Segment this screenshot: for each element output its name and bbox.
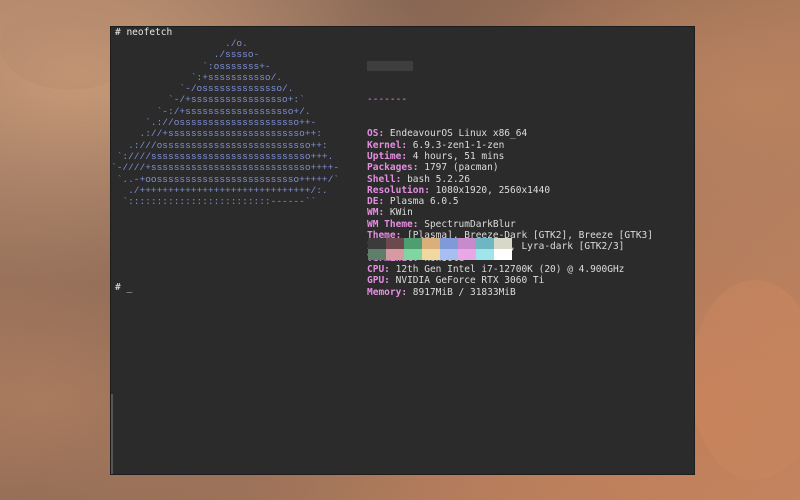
info-value: EndeavourOS Linux x86_64	[389, 128, 528, 140]
info-value: 6.9.3-zen1-1-zen	[412, 139, 505, 151]
info-value: Plasma 6.0.5	[389, 196, 459, 208]
info-row: GPU: NVIDIA GeForce RTX 3060 Ti	[367, 275, 545, 287]
color-palette	[368, 238, 512, 260]
color-swatch	[458, 249, 476, 260]
info-key: Packages	[367, 162, 413, 174]
info-key: Kernel	[367, 139, 402, 151]
info-key: CPU	[367, 263, 385, 275]
color-swatch	[404, 249, 422, 260]
color-swatch	[368, 238, 386, 249]
color-swatch	[476, 238, 494, 249]
info-key: Resolution	[367, 184, 425, 196]
info-row: Uptime: 4 hours, 51 mins	[367, 150, 505, 162]
color-swatch	[404, 238, 422, 249]
info-value: KWin	[389, 207, 413, 219]
info-row: WM: KWin	[367, 207, 413, 219]
palette-row-bright	[368, 249, 512, 260]
info-row: DE: Plasma 6.0.5	[367, 196, 459, 208]
system-info: ------- OS: EndeavourOS Linux x86_64 Kern…	[367, 38, 653, 320]
info-key: Shell	[367, 173, 396, 185]
color-swatch	[386, 249, 404, 260]
info-key: WM Theme	[367, 218, 413, 230]
info-key: GPU	[367, 275, 385, 287]
info-key: Uptime	[367, 150, 402, 162]
wallpaper-feature	[690, 280, 800, 480]
info-value: bash 5.2.26	[407, 173, 470, 185]
color-swatch	[458, 238, 476, 249]
info-value: 4 hours, 51 mins	[412, 150, 505, 162]
palette-row-normal	[368, 238, 512, 249]
info-key: OS	[367, 128, 379, 140]
hostname-separator: -------	[367, 94, 408, 106]
color-swatch	[494, 238, 512, 249]
info-value: SpectrumDarkBlur	[424, 218, 516, 230]
info-key: Memory	[367, 286, 402, 298]
hostname-row	[367, 61, 653, 72]
color-swatch	[476, 249, 494, 260]
hostname-redacted	[367, 61, 413, 72]
color-swatch	[422, 249, 440, 260]
info-value: 1797 (pacman)	[424, 162, 499, 174]
info-key: DE	[367, 196, 379, 208]
info-value: 1080x1920, 2560x1440	[435, 184, 551, 196]
info-row: Shell: bash 5.2.26	[367, 173, 470, 185]
info-row: WM Theme: SpectrumDarkBlur	[367, 218, 516, 230]
color-swatch	[368, 249, 386, 260]
info-row: Memory: 8917MiB / 31833MiB	[367, 286, 516, 298]
info-key: WM	[367, 207, 379, 219]
terminal-edge	[111, 394, 113, 474]
command-line: # neofetch	[115, 27, 173, 38]
terminal-window[interactable]: # neofetch ./o. ./sssso- `:osssssss+- `:…	[111, 27, 694, 474]
shell-prompt[interactable]: # _	[115, 282, 132, 293]
distro-logo-ascii: ./o. ./sssso- `:osssssss+- `:+ssssssssss…	[111, 38, 340, 208]
info-row: Packages: 1797 (pacman)	[367, 162, 499, 174]
color-swatch	[440, 238, 458, 249]
info-row: Resolution: 1080x1920, 2560x1440	[367, 184, 551, 196]
info-value: NVIDIA GeForce RTX 3060 Ti	[395, 275, 545, 287]
info-value: 12th Gen Intel i7-12700K (20) @ 4.900GHz	[395, 263, 625, 275]
info-value: 8917MiB / 31833MiB	[412, 286, 516, 298]
info-row: OS: EndeavourOS Linux x86_64	[367, 128, 528, 140]
info-row: CPU: 12th Gen Intel i7-12700K (20) @ 4.9…	[367, 263, 625, 275]
color-swatch	[494, 249, 512, 260]
color-swatch	[440, 249, 458, 260]
color-swatch	[386, 238, 404, 249]
info-row: Kernel: 6.9.3-zen1-1-zen	[367, 139, 505, 151]
color-swatch	[422, 238, 440, 249]
